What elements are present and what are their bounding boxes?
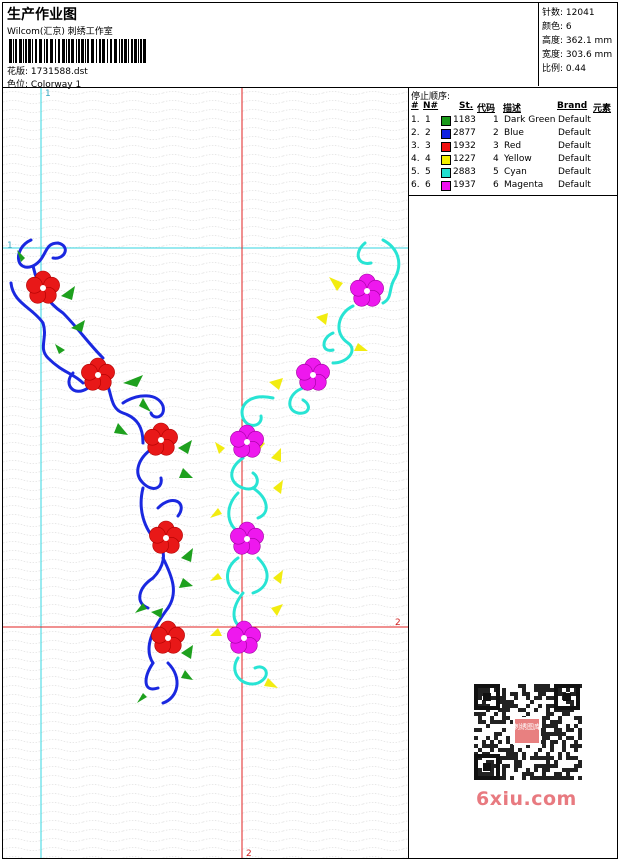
stop-cell-brand: Default <box>558 115 591 125</box>
stop-cell-brand: Default <box>558 128 591 138</box>
color-swatch <box>441 129 451 139</box>
stop-cell-st: 2883 <box>453 167 476 177</box>
stop-cell-desc: Dark Green <box>504 115 556 125</box>
design-canvas: 1 1 2 2 <box>3 88 408 858</box>
stop-row[interactable]: 3. 3 1932 3 Red Default <box>409 141 618 154</box>
stop-row[interactable]: 2. 2 2877 2 Blue Default <box>409 128 618 141</box>
stop-cell-n: 2 <box>425 128 431 138</box>
stop-cell-desc: Red <box>504 141 522 151</box>
guide-label-2: 2 <box>395 618 401 628</box>
stop-sequence-panel: 停止顺序: # N# St. 代码 描述 Brand 元素 1. 1 1183 1 Da… <box>409 88 618 196</box>
stop-cell-code: 4 <box>493 154 499 164</box>
stat-height: 高度: 362.1 mm <box>542 36 613 46</box>
stop-cell-num: 5. <box>411 167 420 177</box>
color-swatch <box>441 155 451 165</box>
company-name: Wilcom(汇京) 刺绣工作室 <box>7 27 113 37</box>
stop-sequence-header: # N# St. 代码 描述 Brand 元素 <box>411 101 612 114</box>
qr-code-icon: 刺绣图库 <box>472 682 582 782</box>
stop-cell-num: 3. <box>411 141 420 151</box>
stop-cell-code: 6 <box>493 180 499 190</box>
stop-cell-desc: Cyan <box>504 167 527 177</box>
sheet-title: 生产作业图 <box>7 7 77 23</box>
color-swatch <box>441 142 451 152</box>
stop-row[interactable]: 1. 1 1183 1 Dark Green Default <box>409 115 618 128</box>
stop-cell-num: 1. <box>411 115 420 125</box>
stop-cell-n: 5 <box>425 167 431 177</box>
guide-label-1-left: 1 <box>7 241 13 251</box>
stop-cell-st: 1227 <box>453 154 476 164</box>
stop-cell-num: 2. <box>411 128 420 138</box>
stop-cell-code: 1 <box>493 115 499 125</box>
stop-cell-desc: Blue <box>504 128 524 138</box>
header-info: 生产作业图 Wilcom(汇京) 刺绣工作室 花版: 1731588.dst 色… <box>5 4 535 90</box>
stop-cell-code: 3 <box>493 141 499 151</box>
stop-cell-brand: Default <box>558 180 591 190</box>
embroidery-preview: 1 1 2 2 <box>3 88 408 858</box>
stop-cell-st: 1183 <box>453 115 476 125</box>
watermark-text: 6xiu.com <box>476 788 577 810</box>
stat-scale: 比例: 0.44 <box>542 64 586 74</box>
stop-cell-desc: Magenta <box>504 180 544 190</box>
guide-label-2-bottom: 2 <box>246 849 252 858</box>
stop-cell-n: 3 <box>425 141 431 151</box>
guide-label-1: 1 <box>45 89 51 99</box>
stop-cell-n: 4 <box>425 154 431 164</box>
barcode-icon <box>9 39 146 63</box>
stop-cell-num: 4. <box>411 154 420 164</box>
stat-width: 宽度: 303.6 mm <box>542 50 613 60</box>
stop-cell-desc: Yellow <box>504 154 532 164</box>
stop-row[interactable]: 4. 4 1227 4 Yellow Default <box>409 154 618 167</box>
stop-cell-brand: Default <box>558 141 591 151</box>
color-swatch <box>441 168 451 178</box>
stop-row[interactable]: 5. 5 2883 5 Cyan Default <box>409 167 618 180</box>
stop-cell-st: 2877 <box>453 128 476 138</box>
design-file-value: 1731588.dst <box>30 67 88 77</box>
stop-cell-brand: Default <box>558 154 591 164</box>
stop-cell-num: 6. <box>411 180 420 190</box>
stat-colors: 颜色: 6 <box>542 22 572 32</box>
stop-row[interactable]: 6. 6 1937 6 Magenta Default <box>409 180 618 193</box>
stop-cell-brand: Default <box>558 167 591 177</box>
qr-logo-text: 刺绣图库 <box>513 722 541 731</box>
stop-cell-code: 2 <box>493 128 499 138</box>
color-swatch <box>441 116 451 126</box>
stop-cell-st: 1932 <box>453 141 476 151</box>
color-swatch <box>441 181 451 191</box>
panel-divider <box>408 88 409 858</box>
stop-cell-code: 5 <box>493 167 499 177</box>
stop-cell-n: 6 <box>425 180 431 190</box>
stop-cell-st: 1937 <box>453 180 476 190</box>
stats-panel: 针数: 12041 颜色: 6 高度: 362.1 mm 宽度: 303.6 m… <box>538 2 619 86</box>
stop-cell-n: 1 <box>425 115 431 125</box>
stat-stitches: 针数: 12041 <box>542 8 595 18</box>
design-file: 花版: 1731588.dst <box>7 67 88 77</box>
